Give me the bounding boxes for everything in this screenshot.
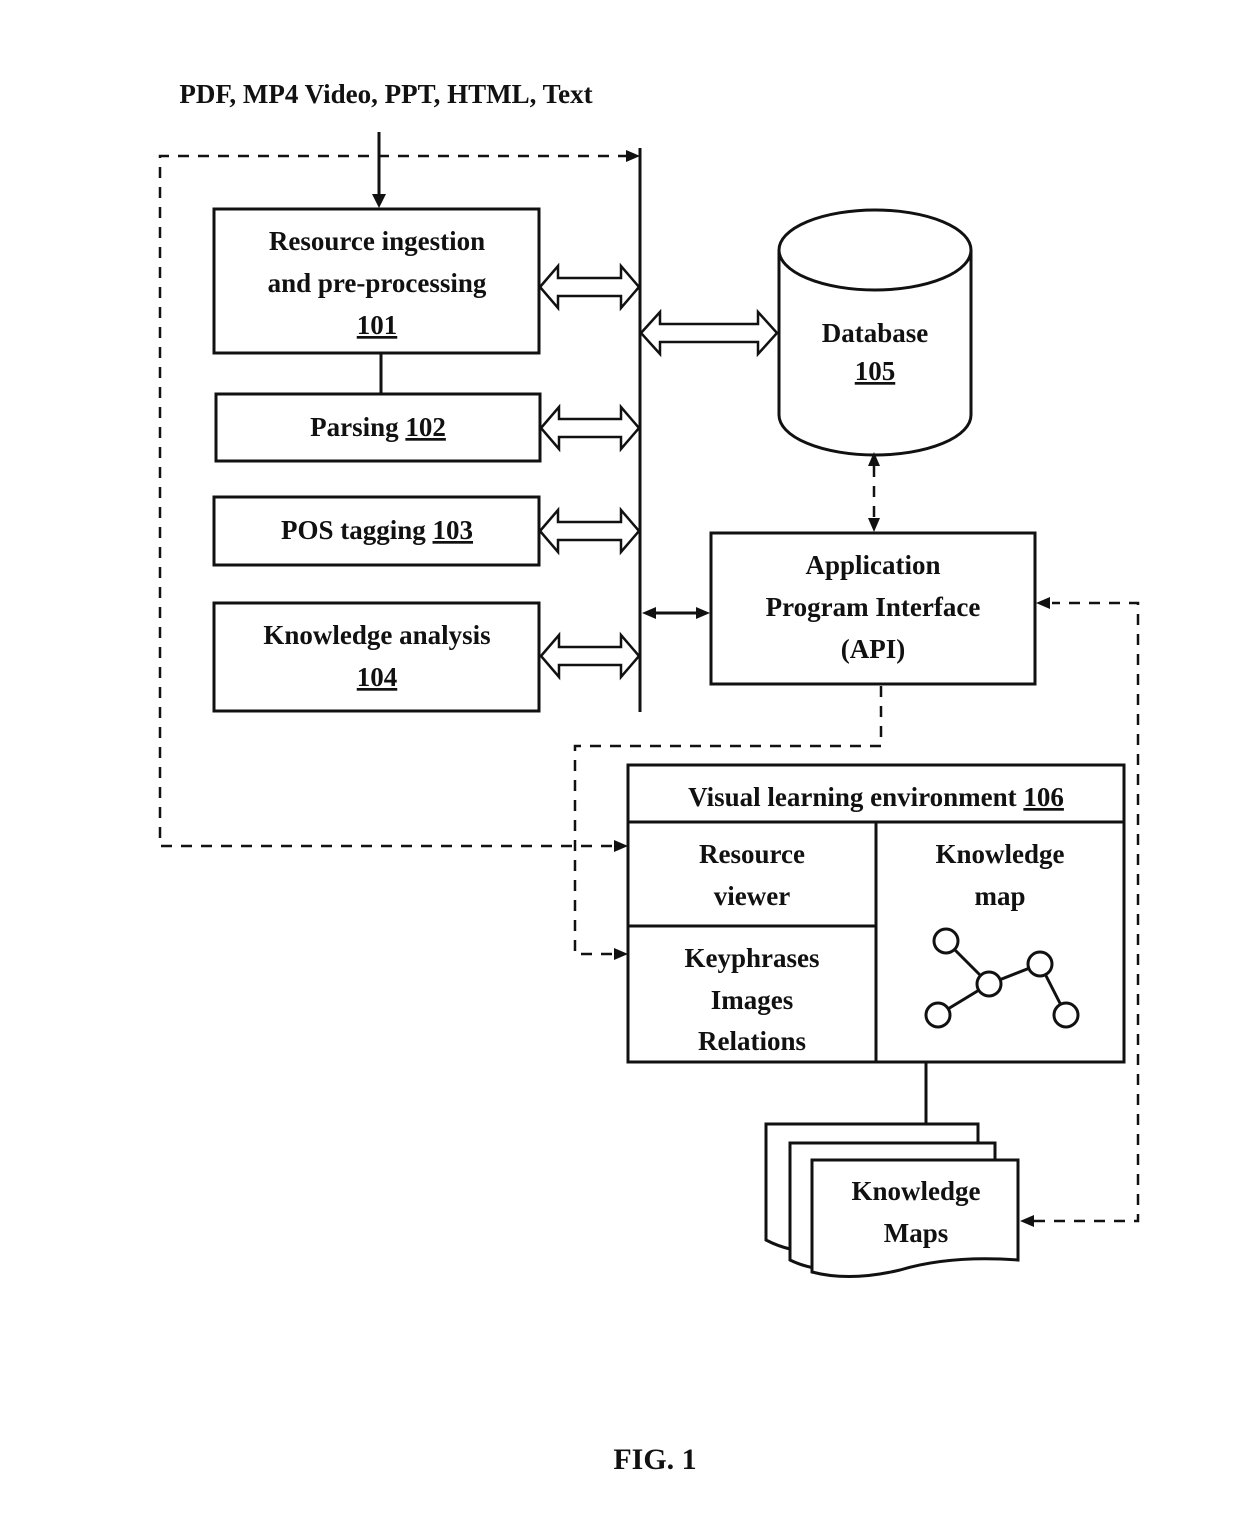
input-formats-label: PDF, MP4 Video, PPT, HTML, Text — [179, 79, 592, 109]
api-line2: Program Interface — [766, 592, 981, 622]
fat-double-arrow-104 — [539, 631, 641, 681]
knowledge-analysis-line1: Knowledge analysis — [263, 620, 490, 650]
knowledge-maps-document-stack[interactable]: Knowledge Maps — [764, 1122, 1020, 1278]
pos-tagging-label: POS tagging 103 — [281, 515, 473, 545]
visual-learning-environment-106[interactable]: Visual learning environment 106 — [626, 763, 1126, 1064]
database-ref: 105 — [855, 356, 896, 386]
api-line1: Application — [805, 550, 940, 580]
fat-double-arrow-database — [639, 308, 779, 358]
knowledge-maps-line2: Maps — [884, 1218, 949, 1248]
bus-api-arrow — [642, 607, 710, 619]
api-module[interactable]: Application Program Interface (API) — [709, 531, 1037, 686]
graph-node — [932, 927, 960, 955]
graph-node — [924, 1001, 952, 1029]
graph-node — [1026, 950, 1054, 978]
parsing-module[interactable]: Parsing 102 — [214, 392, 542, 463]
parsing-label: Parsing 102 — [310, 412, 446, 442]
ingestion-ref: 101 — [357, 310, 398, 340]
knowledge-maps-line1: Knowledge — [851, 1176, 980, 1206]
knowledge-map-line1: Knowledge — [935, 839, 1064, 869]
database-label: Database — [822, 318, 929, 348]
knowledge-map-line2: map — [974, 881, 1025, 911]
ingestion-module[interactable]: Resource ingestion and pre-processing 10… — [212, 207, 541, 355]
api-line3: (API) — [841, 634, 905, 664]
graph-node — [975, 970, 1003, 998]
patent-diagram: PDF, MP4 Video, PPT, HTML, Text Resource… — [158, 79, 1140, 1476]
resource-viewer-line2: viewer — [714, 881, 790, 911]
pos-tagging-module[interactable]: POS tagging 103 — [212, 495, 541, 567]
figure-caption: FIG. 1 — [613, 1443, 696, 1476]
vle-title: Visual learning environment 106 — [688, 782, 1064, 812]
fat-double-arrow-103 — [538, 506, 641, 556]
resource-viewer-line1: Resource — [699, 839, 805, 869]
database-105[interactable]: Database 105 — [777, 208, 973, 457]
fat-double-arrow-101 — [538, 262, 641, 312]
ingestion-line2: and pre-processing — [268, 268, 487, 298]
ingestion-line1: Resource ingestion — [269, 226, 485, 256]
keyphrases-line1: Keyphrases — [685, 943, 820, 973]
database-api-dashed-arrow — [868, 452, 880, 532]
knowledge-analysis-ref: 104 — [357, 662, 398, 692]
input-arrow — [372, 132, 386, 208]
fat-double-arrow-102 — [539, 403, 641, 453]
keyphrases-line2: Images — [711, 985, 794, 1015]
graph-node — [1052, 1001, 1080, 1029]
keyphrases-line3: Relations — [698, 1026, 806, 1056]
knowledge-analysis-module[interactable]: Knowledge analysis 104 — [212, 601, 541, 713]
